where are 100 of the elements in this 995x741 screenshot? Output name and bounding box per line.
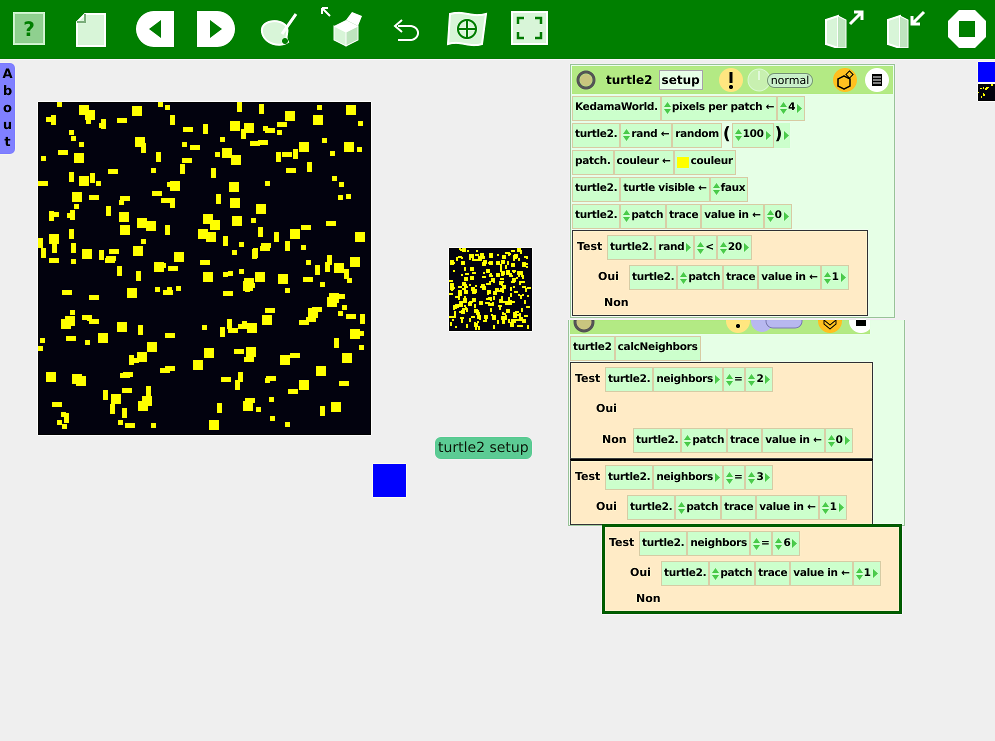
new-page-icon[interactable] <box>75 12 107 48</box>
parenthesis-tile[interactable]: ) <box>774 122 790 148</box>
script-tile[interactable]: turtle2 <box>570 336 615 360</box>
script-tile[interactable]: turtle2. <box>572 176 620 202</box>
expand-arrow-icon[interactable] <box>714 375 720 384</box>
patch-grid-drawing[interactable] <box>978 84 995 104</box>
up-down-arrows-icon[interactable] <box>748 472 756 484</box>
script-tile[interactable]: patch. <box>572 150 614 174</box>
script-tile[interactable]: patch <box>681 428 728 453</box>
script-tile[interactable]: = <box>750 531 772 556</box>
color-swatch[interactable] <box>676 156 689 168</box>
script-tile[interactable]: = <box>722 367 746 392</box>
script-tile[interactable]: pixels per patch ← <box>660 96 778 120</box>
script-tile[interactable]: 3 <box>745 465 774 490</box>
tick-rate-button[interactable]: normal <box>766 72 814 88</box>
script-tile[interactable]: neighbors <box>653 367 723 392</box>
full-screen-icon[interactable] <box>511 11 548 45</box>
script-tile[interactable]: turtle2. <box>639 531 688 556</box>
expand-arrow-icon[interactable] <box>714 473 720 482</box>
up-down-arrows-icon[interactable] <box>623 210 630 222</box>
up-down-arrows-icon[interactable] <box>684 434 692 446</box>
script-tile[interactable]: patch <box>620 204 666 228</box>
script-tile[interactable]: turtle visible ← <box>620 176 710 202</box>
up-down-arrows-icon[interactable] <box>775 538 782 550</box>
script-tile[interactable]: random <box>672 122 722 148</box>
script-tile[interactable]: neighbors <box>653 465 723 490</box>
alert-icon[interactable] <box>718 68 743 92</box>
sprite-thumbnail[interactable] <box>978 62 995 82</box>
test-block[interactable]: Test turtle2. rand < 20 Oui turtle2. patch trace value in ← 1 Non <box>572 230 868 316</box>
script-tile[interactable]: 2 <box>745 367 774 392</box>
expand-arrow-icon[interactable] <box>872 569 878 578</box>
script-tile[interactable]: patch <box>675 495 722 520</box>
up-down-arrows-icon[interactable] <box>726 374 733 386</box>
expand-arrow-icon[interactable] <box>765 375 770 384</box>
up-down-arrows-icon[interactable] <box>748 374 756 386</box>
script-tile[interactable]: patch <box>677 265 724 290</box>
script-tile[interactable]: 1 <box>852 561 881 586</box>
expand-arrow-icon[interactable] <box>844 436 850 445</box>
object-icon[interactable] <box>833 68 858 92</box>
script-tile[interactable]: faux <box>710 176 748 202</box>
script-tile[interactable]: turtle2. <box>607 235 656 260</box>
up-down-arrows-icon[interactable] <box>752 538 760 550</box>
previous-page-icon[interactable] <box>135 10 175 48</box>
script-tile[interactable]: 0 <box>824 428 853 453</box>
script-tile[interactable]: 0 <box>764 204 792 228</box>
script-tile[interactable]: trace <box>755 561 790 586</box>
up-down-arrows-icon[interactable] <box>680 272 688 284</box>
up-down-arrows-icon[interactable] <box>623 129 630 141</box>
script-tile[interactable]: turtle2. <box>633 428 682 453</box>
script-tile[interactable]: rand <box>655 235 694 260</box>
script-editor[interactable] <box>570 64 896 318</box>
script-tile[interactable]: trace <box>721 495 756 520</box>
script-tile[interactable]: turtle2. <box>629 265 678 290</box>
script-tile[interactable]: value in ← <box>756 495 819 520</box>
save-project-icon[interactable] <box>822 8 864 48</box>
script-tile[interactable]: < <box>694 235 717 260</box>
expand-arrow-icon[interactable] <box>686 243 692 252</box>
script-tile[interactable]: turtle2. <box>605 465 654 490</box>
script-tile[interactable]: turtle2. <box>627 495 676 520</box>
expand-arrow-icon[interactable] <box>765 473 770 482</box>
up-down-arrows-icon[interactable] <box>712 568 720 580</box>
up-down-arrows-icon[interactable] <box>697 242 704 254</box>
run-button-icon[interactable] <box>576 70 596 90</box>
script-button[interactable]: turtle2 setup <box>435 437 532 459</box>
script-tile[interactable]: turtle2. <box>572 204 620 228</box>
up-down-arrows-icon[interactable] <box>712 183 720 195</box>
script-tile[interactable]: 4 <box>777 96 806 120</box>
script-tile[interactable]: value in ← <box>762 428 825 453</box>
expand-arrow-icon[interactable] <box>744 243 749 252</box>
script-tile[interactable]: calcNeighbors <box>614 336 701 360</box>
script-tile[interactable]: couleur ← <box>614 150 674 174</box>
expand-arrow-icon[interactable] <box>838 503 844 512</box>
expand-arrow-icon[interactable] <box>797 104 802 112</box>
globe-flag-icon[interactable] <box>446 10 488 48</box>
script-tile[interactable]: 20 <box>716 235 752 260</box>
stop-icon[interactable] <box>947 9 987 49</box>
script-tile[interactable]: turtle2. <box>572 122 620 148</box>
up-down-arrows-icon[interactable] <box>822 502 829 514</box>
up-down-arrows-icon[interactable] <box>780 102 788 114</box>
expand-arrow-icon[interactable] <box>784 130 790 140</box>
script-tile[interactable]: turtle2. <box>661 561 710 586</box>
script-tile[interactable]: neighbors <box>687 531 750 556</box>
up-down-arrows-icon[interactable] <box>720 242 727 254</box>
script-tile[interactable]: patch <box>709 561 756 586</box>
expand-arrow-icon[interactable] <box>784 212 789 220</box>
script-tile[interactable]: turtle2. <box>605 367 654 392</box>
script-tile[interactable]: 1 <box>818 495 847 520</box>
up-down-arrows-icon[interactable] <box>766 210 774 222</box>
expand-arrow-icon[interactable] <box>766 130 771 140</box>
script-tile[interactable]: 1 <box>820 265 849 290</box>
up-down-arrows-icon[interactable] <box>824 272 831 284</box>
script-tile[interactable]: trace <box>723 265 758 290</box>
script-tile[interactable]: = <box>722 465 746 490</box>
up-down-arrows-icon[interactable] <box>678 502 686 514</box>
script-tile[interactable]: rand ← <box>620 122 672 148</box>
script-tile[interactable]: trace <box>666 204 702 228</box>
script-tile[interactable]: value in ← <box>790 561 853 586</box>
up-down-arrows-icon[interactable] <box>734 129 742 141</box>
expand-arrow-icon[interactable] <box>840 273 846 282</box>
test-block[interactable]: Test turtle2. neighbors = 6 Oui turtle2. patch trace value in ← 1 Non <box>602 524 902 614</box>
